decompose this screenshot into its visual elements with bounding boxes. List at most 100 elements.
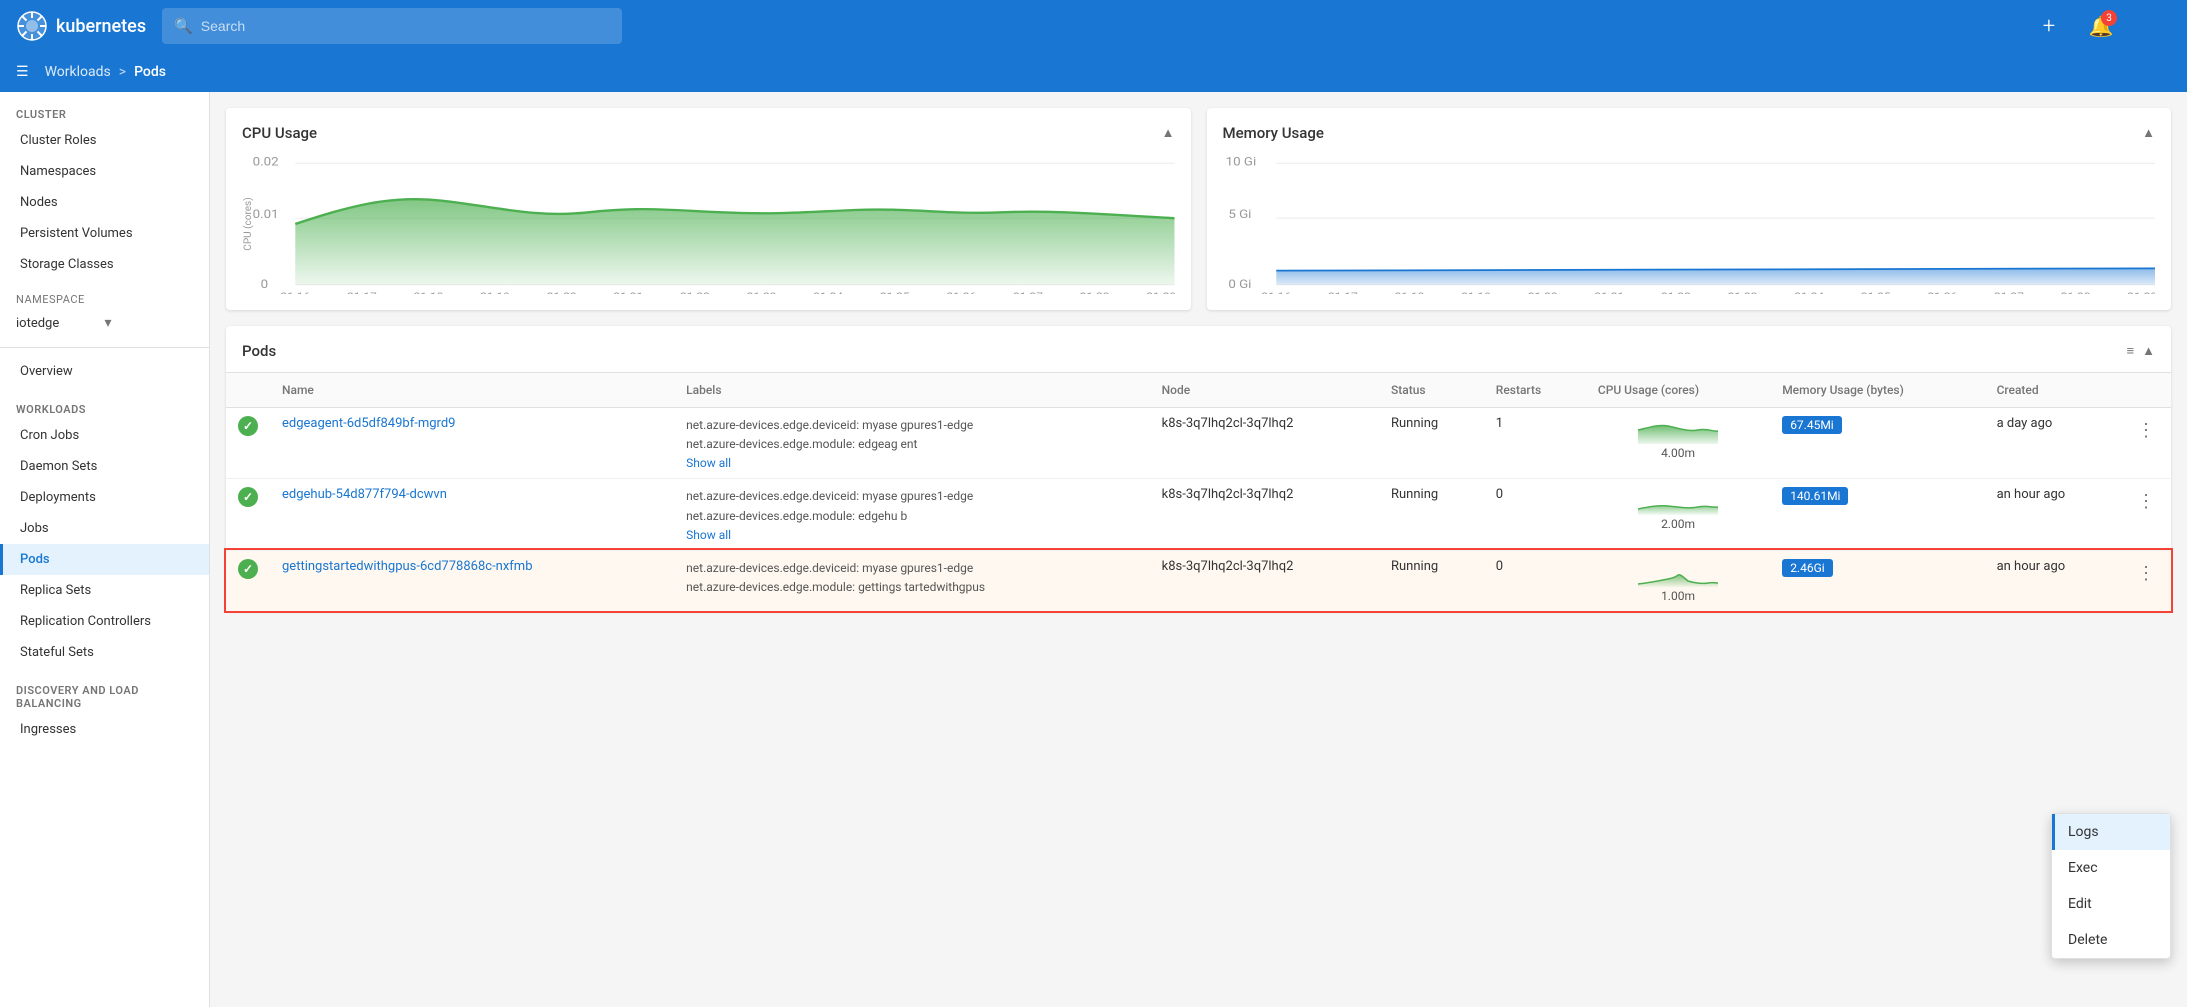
pod-labels-cell: net.azure-devices.edge.deviceid: myase g… xyxy=(674,408,1149,479)
svg-text:21:29: 21:29 xyxy=(1146,291,1174,294)
sidebar-item-cron-jobs[interactable]: Cron Jobs xyxy=(0,420,209,451)
svg-text:21:23: 21:23 xyxy=(1727,291,1757,294)
pod-name-link[interactable]: gettingstartedwithgpus-6cd778868c-nxfmb xyxy=(282,559,533,574)
pod-label-0: net.azure-devices.edge.deviceid: myase g… xyxy=(686,416,1137,435)
kubernetes-logo-icon xyxy=(16,10,48,42)
charts-row: CPU Usage ▲ 0.02 0.01 0 xyxy=(226,108,2171,310)
pod-menu-button[interactable]: ⋮ xyxy=(2133,416,2159,445)
pods-table: Name Labels Node Status Restarts CPU Usa… xyxy=(226,373,2171,611)
pod-status-text-cell: Running xyxy=(1379,550,1484,611)
user-menu-button[interactable]: 👤 xyxy=(2135,8,2171,44)
pod-restarts-cell: 0 xyxy=(1484,550,1586,611)
pod-restarts-cell: 1 xyxy=(1484,408,1586,479)
svg-text:0.01: 0.01 xyxy=(253,208,279,222)
discovery-section-title: Discovery and Load Balancing xyxy=(0,668,209,714)
sidebar-item-replication-controllers[interactable]: Replication Controllers xyxy=(0,606,209,637)
pod-actions-cell: ⋮ xyxy=(2121,550,2171,611)
cluster-section-title: Cluster xyxy=(0,92,209,125)
svg-text:21:28: 21:28 xyxy=(1080,291,1110,294)
sidebar-item-jobs[interactable]: Jobs xyxy=(0,513,209,544)
pod-status-cell xyxy=(226,550,270,611)
svg-text:21:23: 21:23 xyxy=(747,291,777,294)
show-all-link[interactable]: Show all xyxy=(686,456,1137,470)
search-icon: 🔍 xyxy=(174,17,193,35)
svg-text:21:21: 21:21 xyxy=(613,291,643,294)
pod-name-link[interactable]: edgeagent-6d5df849bf-mgrd9 xyxy=(282,416,455,431)
sidebar-item-persistent-volumes[interactable]: Persistent Volumes xyxy=(0,218,209,249)
breadcrumb-workloads[interactable]: Workloads xyxy=(45,64,111,80)
col-actions xyxy=(2121,373,2171,408)
svg-text:21:20: 21:20 xyxy=(1527,291,1557,294)
svg-text:21:17: 21:17 xyxy=(1327,291,1357,294)
cpu-chart-collapse-button[interactable]: ▲ xyxy=(1162,125,1175,141)
svg-text:0: 0 xyxy=(261,278,268,292)
context-menu-logs[interactable]: Logs xyxy=(2052,814,2170,850)
sidebar-item-deployments[interactable]: Deployments xyxy=(0,482,209,513)
namespace-section: Namespace iotedge ▾ xyxy=(0,280,209,339)
memory-badge: 2.46Gi xyxy=(1782,559,1833,577)
pod-actions-cell: ⋮ xyxy=(2121,479,2171,550)
col-status: Status xyxy=(1379,373,1484,408)
pod-created-cell: a day ago xyxy=(1985,408,2121,479)
cpu-mini-chart xyxy=(1638,559,1718,587)
pod-labels-cell: net.azure-devices.edge.deviceid: myase g… xyxy=(674,550,1149,611)
col-memory: Memory Usage (bytes) xyxy=(1770,373,1984,408)
memory-badge: 67.45Mi xyxy=(1782,416,1842,434)
pod-name-link[interactable]: edgehub-54d877f794-dcwvn xyxy=(282,487,447,502)
pods-table-body: edgeagent-6d5df849bf-mgrd9 net.azure-dev… xyxy=(226,408,2171,611)
pod-menu-button[interactable]: ⋮ xyxy=(2133,487,2159,516)
pod-node-cell: k8s-3q7lhq2cl-3q7lhq2 xyxy=(1150,479,1379,550)
pods-card: Pods ≡ ▲ Name Labels Node Status xyxy=(226,326,2171,611)
memory-badge: 140.61Mi xyxy=(1782,487,1848,505)
pods-collapse-button[interactable]: ▲ xyxy=(2142,343,2155,359)
pod-status-text-cell: Running xyxy=(1379,479,1484,550)
notifications-button[interactable]: 🔔 3 xyxy=(2083,8,2119,44)
pod-menu-button[interactable]: ⋮ xyxy=(2133,559,2159,588)
namespace-selector[interactable]: iotedge ▾ xyxy=(16,311,193,335)
hamburger-menu-icon[interactable]: ☰ xyxy=(16,64,29,80)
context-menu-edit[interactable]: Edit xyxy=(2052,886,2170,922)
memory-chart-header: Memory Usage ▲ xyxy=(1223,124,2156,142)
pod-status-cell xyxy=(226,408,270,479)
svg-text:21:24: 21:24 xyxy=(1794,291,1825,294)
sidebar-item-nodes[interactable]: Nodes xyxy=(0,187,209,218)
notification-badge: 3 xyxy=(2101,10,2117,26)
svg-text:21:26: 21:26 xyxy=(1927,291,1957,294)
show-all-link[interactable]: Show all xyxy=(686,528,1137,542)
col-node: Node xyxy=(1150,373,1379,408)
search-input[interactable] xyxy=(201,18,610,34)
cpu-chart-title: CPU Usage xyxy=(242,124,317,142)
svg-text:0.02: 0.02 xyxy=(253,155,279,169)
svg-text:21:28: 21:28 xyxy=(2060,291,2090,294)
sidebar-item-storage-classes[interactable]: Storage Classes xyxy=(0,249,209,280)
memory-chart-card: Memory Usage ▲ 10 Gi 5 Gi 0 Gi xyxy=(1207,108,2172,310)
sidebar-item-daemon-sets[interactable]: Daemon Sets xyxy=(0,451,209,482)
top-nav: kubernetes 🔍 + 🔔 3 👤 xyxy=(0,0,2187,52)
memory-chart-svg: 10 Gi 5 Gi 0 Gi xyxy=(1223,154,2156,294)
svg-text:21:19: 21:19 xyxy=(480,291,510,294)
svg-text:21:26: 21:26 xyxy=(946,291,976,294)
sidebar-item-stateful-sets[interactable]: Stateful Sets xyxy=(0,637,209,668)
breadcrumb-separator: > xyxy=(119,64,126,80)
sidebar-item-pods[interactable]: Pods xyxy=(0,544,209,575)
sidebar-item-ingresses[interactable]: Ingresses xyxy=(0,714,209,745)
sidebar-item-overview[interactable]: Overview xyxy=(0,356,209,387)
cpu-y-axis-label: CPU (cores) xyxy=(243,197,254,250)
context-menu-exec[interactable]: Exec xyxy=(2052,850,2170,886)
cpu-mini-chart xyxy=(1638,487,1718,515)
context-menu: Logs Exec Edit Delete xyxy=(2051,813,2171,959)
cpu-mini-chart xyxy=(1638,416,1718,444)
table-row: edgehub-54d877f794-dcwvn net.azure-devic… xyxy=(226,479,2171,550)
search-bar[interactable]: 🔍 xyxy=(162,8,622,44)
sidebar-item-replica-sets[interactable]: Replica Sets xyxy=(0,575,209,606)
filter-icon[interactable]: ≡ xyxy=(2127,343,2135,359)
sidebar-item-namespaces[interactable]: Namespaces xyxy=(0,156,209,187)
memory-chart-title: Memory Usage xyxy=(1223,124,1324,142)
memory-chart-collapse-button[interactable]: ▲ xyxy=(2142,125,2155,141)
svg-text:21:24: 21:24 xyxy=(813,291,844,294)
namespace-label: Namespace xyxy=(16,293,85,306)
sidebar-item-cluster-roles[interactable]: Cluster Roles xyxy=(0,125,209,156)
pod-label-0: net.azure-devices.edge.deviceid: myase g… xyxy=(686,559,1137,578)
context-menu-delete[interactable]: Delete xyxy=(2052,922,2170,958)
add-button[interactable]: + xyxy=(2031,8,2067,44)
